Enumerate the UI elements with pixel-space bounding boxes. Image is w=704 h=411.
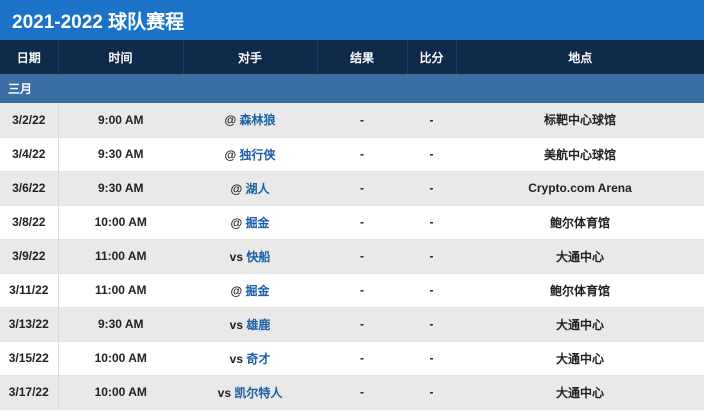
game-score: - [407,341,456,376]
opponent-prefix: @ [224,147,240,162]
game-score: - [407,103,456,138]
opponent-prefix: vs [229,317,247,332]
game-result: - [317,239,407,274]
opponent-team-link[interactable]: 快船 [246,250,270,264]
game-date: 3/11/22 [0,273,59,308]
game-score: - [407,307,456,342]
game-opponent: @ 独行侠 [183,137,317,172]
game-score: - [407,375,456,410]
game-venue: 美航中心球馆 [456,137,704,172]
game-date: 3/2/22 [0,103,59,138]
game-date: 3/17/22 [0,375,59,410]
header-opponent: 对手 [183,40,318,74]
table-row: 3/9/22 11:00 AM vs 快船 - - 大通中心 [0,239,704,274]
game-score: - [407,205,456,240]
opponent-team-link[interactable]: 湖人 [246,182,270,196]
game-venue: 鲍尔体育馆 [456,273,704,308]
game-time: 11:00 AM [58,239,183,274]
opponent-prefix: @ [230,181,246,196]
game-result: - [317,103,407,138]
game-time: 9:30 AM [58,171,183,206]
game-venue: 大通中心 [456,341,704,376]
table-row: 3/17/22 10:00 AM vs 凯尔特人 - - 大通中心 [0,375,704,410]
header-venue: 地点 [568,50,593,65]
header-score: 比分 [407,40,457,74]
game-result: - [317,341,407,376]
game-opponent: vs 凯尔特人 [183,375,317,410]
table-row: 3/2/22 9:00 AM @ 森林狼 - - 标靶中心球馆 [0,103,704,138]
game-date: 3/8/22 [0,205,59,240]
header-time: 时间 [58,40,184,74]
game-time: 9:30 AM [58,307,183,342]
game-time: 9:30 AM [58,137,183,172]
game-date: 3/4/22 [0,137,59,172]
game-time: 9:00 AM [58,103,183,138]
game-score: - [407,273,456,308]
month-label: 三月 [8,82,33,96]
game-venue: Crypto.com Arena [456,171,704,206]
game-time: 10:00 AM [58,205,183,240]
game-venue: 标靶中心球馆 [456,103,704,138]
game-venue: 大通中心 [456,239,704,274]
game-date: 3/13/22 [0,307,59,342]
game-result: - [317,307,407,342]
month-row: 三月 [0,74,704,103]
table-row: 3/8/22 10:00 AM @ 掘金 - - 鲍尔体育馆 [0,205,704,240]
opponent-team-link[interactable]: 森林狼 [240,113,276,127]
game-opponent: @ 森林狼 [183,103,317,138]
opponent-prefix: @ [224,113,240,128]
table-row: 3/13/22 9:30 AM vs 雄鹿 - - 大通中心 [0,307,704,342]
opponent-prefix: vs [229,351,247,366]
opponent-prefix: vs [217,385,235,400]
game-opponent: @ 掘金 [183,205,317,240]
game-opponent: vs 雄鹿 [183,307,317,342]
header-date: 日期 [0,40,59,74]
opponent-team-link[interactable]: 奇才 [246,352,270,366]
game-date: 3/15/22 [0,341,59,376]
opponent-team-link[interactable]: 掘金 [246,284,270,298]
opponent-team-link[interactable]: 雄鹿 [246,318,270,332]
opponent-team-link[interactable]: 掘金 [246,216,270,230]
schedule-table: 日期 时间 对手 结果 比分 地点 三月 3/2/22 9:00 AM @ 森林… [0,40,704,410]
game-venue: 鲍尔体育馆 [456,205,704,240]
game-date: 3/9/22 [0,239,59,274]
game-result: - [317,375,407,410]
game-opponent: @ 湖人 [183,171,317,206]
game-time: 11:00 AM [58,273,183,308]
game-result: - [317,273,407,308]
game-score: - [407,137,456,172]
game-result: - [317,171,407,206]
table-header: 日期 时间 对手 结果 比分 地点 [0,40,704,74]
game-venue: 大通中心 [456,307,704,342]
game-date: 3/6/22 [0,171,59,206]
game-venue: 大通中心 [456,375,704,410]
table-row: 3/4/22 9:30 AM @ 独行侠 - - 美航中心球馆 [0,137,704,172]
opponent-prefix: @ [230,283,246,298]
opponent-team-link[interactable]: 凯尔特人 [234,386,282,400]
table-row: 3/11/22 11:00 AM @ 掘金 - - 鲍尔体育馆 [0,273,704,308]
game-result: - [317,137,407,172]
game-time: 10:00 AM [58,341,183,376]
table-row: 3/6/22 9:30 AM @ 湖人 - - Crypto.com Arena [0,171,704,206]
game-time: 10:00 AM [58,375,183,410]
game-result: - [317,205,407,240]
header-result: 结果 [317,40,408,74]
opponent-team-link[interactable]: 独行侠 [240,148,276,162]
opponent-prefix: vs [229,249,247,264]
opponent-prefix: @ [230,215,246,230]
page-title: 2021-2022 球队赛程 [0,0,704,40]
game-score: - [407,239,456,274]
game-opponent: vs 奇才 [183,341,317,376]
game-opponent: vs 快船 [183,239,317,274]
game-opponent: @ 掘金 [183,273,317,308]
game-score: - [407,171,456,206]
table-row: 3/15/22 10:00 AM vs 奇才 - - 大通中心 [0,341,704,376]
table-body: 三月 3/2/22 9:00 AM @ 森林狼 - - 标靶中心球馆 3/4/2… [0,74,704,410]
